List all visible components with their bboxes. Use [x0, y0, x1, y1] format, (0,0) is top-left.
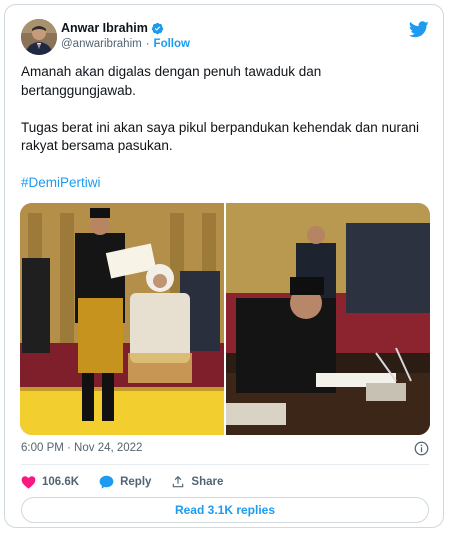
action-bar: 106.6K Reply Share: [21, 475, 243, 489]
twitter-bird-icon[interactable]: [409, 21, 429, 38]
avatar[interactable]: [21, 19, 57, 55]
author-name[interactable]: Anwar Ibrahim: [61, 21, 148, 35]
share-label: Share: [191, 476, 224, 488]
author-name-row: Anwar Ibrahim: [61, 21, 164, 35]
share-icon: [173, 475, 184, 488]
reply-button[interactable]: Reply: [99, 475, 151, 489]
follow-button[interactable]: Follow: [154, 38, 190, 50]
heart-icon: [21, 476, 36, 489]
verified-badge-icon: [151, 22, 164, 34]
photo-grid: [20, 203, 430, 435]
hashtag-link[interactable]: #DemiPertiwi: [21, 175, 101, 190]
reply-label: Reply: [120, 476, 152, 488]
tweet-timestamp[interactable]: 6:00 PM · Nov 24, 2022: [21, 442, 142, 454]
divider: [21, 464, 429, 465]
photo-right[interactable]: [226, 203, 430, 435]
like-count: 106.6K: [42, 476, 80, 488]
info-icon[interactable]: [414, 441, 429, 456]
author-handle-row: @anwaribrahim · Follow: [61, 38, 190, 50]
reply-bubble-icon: [99, 475, 114, 489]
tweet-text: Amanah akan digalas dengan penuh tawaduk…: [21, 63, 426, 211]
separator-dot: ·: [145, 38, 150, 50]
read-replies-button[interactable]: Read 3.1K replies: [21, 497, 429, 523]
tweet-card: Anwar Ibrahim @anwaribrahim · Follow Ama…: [4, 4, 444, 528]
tweet-paragraph-1: Amanah akan digalas dengan penuh tawaduk…: [21, 64, 322, 98]
photo-left[interactable]: [20, 203, 224, 435]
share-button[interactable]: Share: [171, 475, 223, 489]
like-button[interactable]: 106.6K: [21, 475, 79, 489]
author-handle[interactable]: @anwaribrahim: [61, 38, 142, 50]
tweet-paragraph-2: Tugas berat ini akan saya pikul berpandu…: [21, 119, 420, 154]
